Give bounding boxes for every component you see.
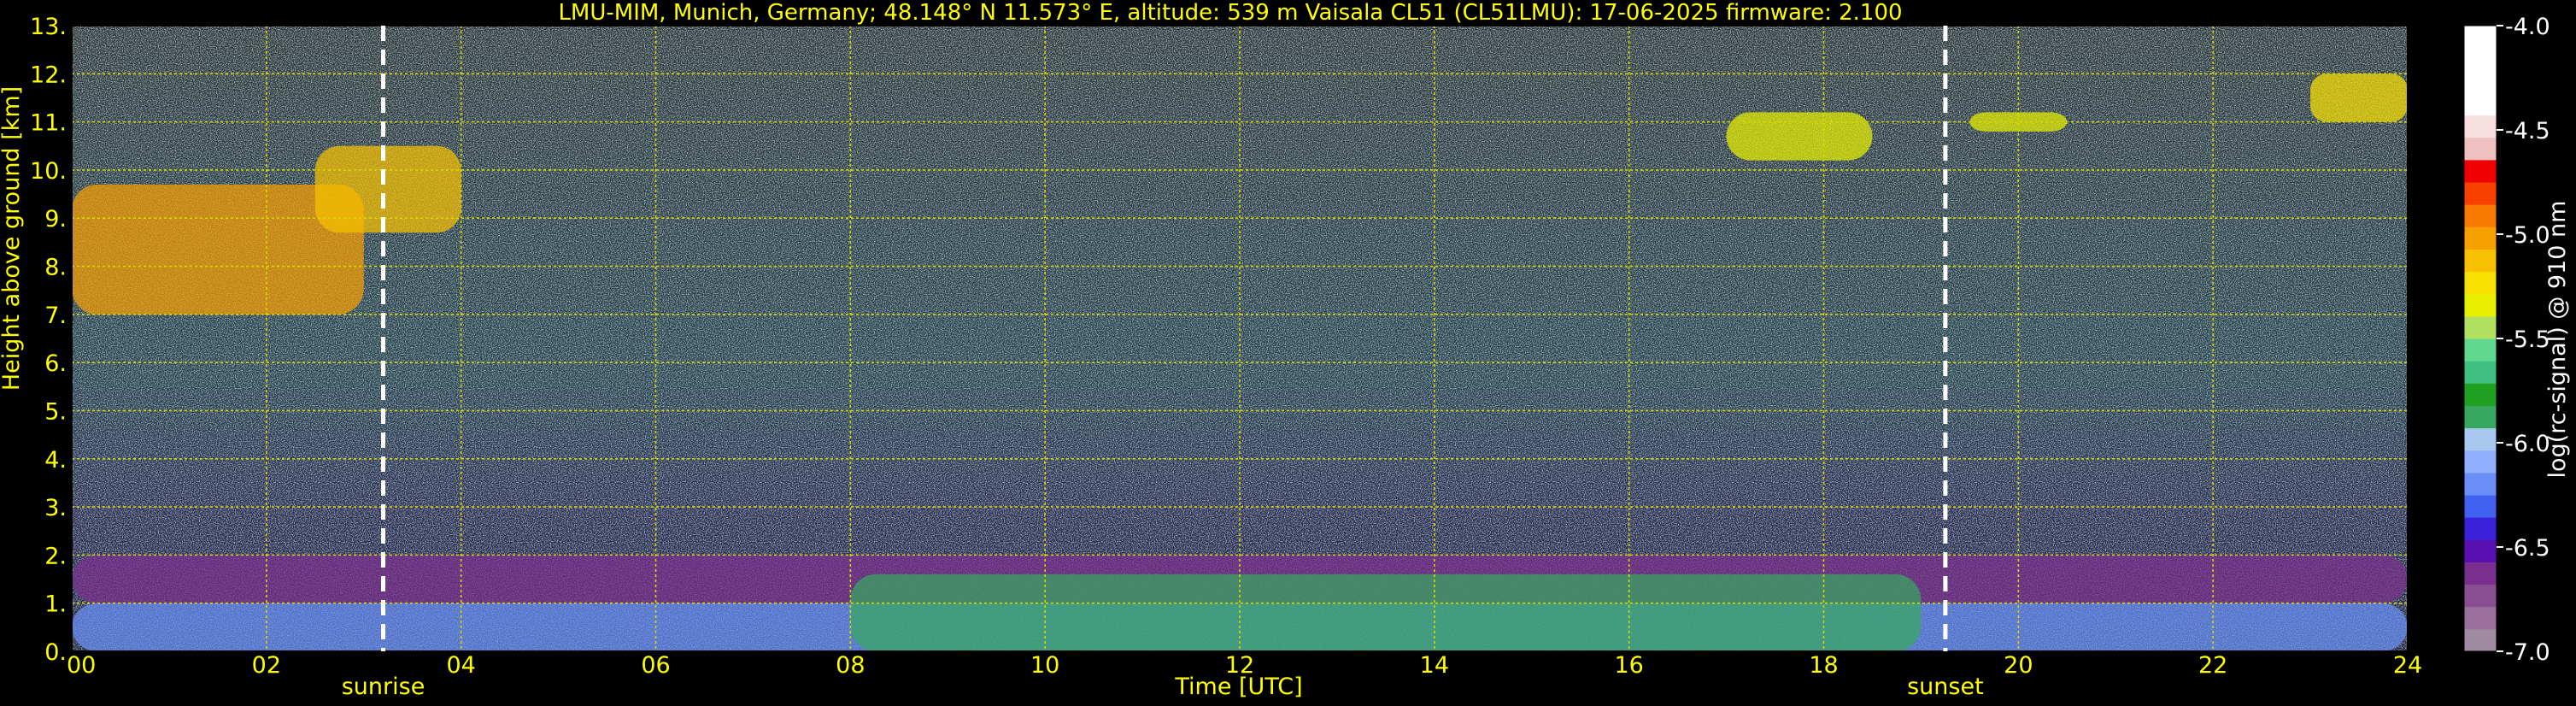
x-tick-label: 14 xyxy=(1420,652,1449,679)
signal-region xyxy=(850,574,1922,651)
x-tick-label: 02 xyxy=(252,652,281,679)
colorbar-segment xyxy=(2464,249,2497,273)
colorbar-segment xyxy=(2464,562,2497,585)
y-tick-label: 10. xyxy=(30,158,67,185)
colorbar-segment xyxy=(2464,495,2497,518)
y-tick-label: 13. xyxy=(30,14,67,40)
colorbar-segment xyxy=(2464,539,2497,562)
y-axis: 0. 1. 2. 3. 4. 5. 6. 7. 8. 9. 10. 11. 12. 13. xyxy=(30,14,67,666)
y-tick-label: 0. xyxy=(44,639,67,666)
signal-region xyxy=(1726,112,1873,161)
colorbar-segment xyxy=(2464,315,2497,339)
y-tick-label: 8. xyxy=(44,255,67,281)
colorbar-segment xyxy=(2464,227,2497,250)
colorbar-segment xyxy=(2464,517,2497,540)
colorbar-segment xyxy=(2464,628,2497,652)
colorbar-tick-label: -7.0 xyxy=(2505,639,2550,666)
colorbar-tick-label: -5.5 xyxy=(2505,327,2550,353)
x-tick-label: 20 xyxy=(2004,652,2033,679)
x-tick-label: 06 xyxy=(641,652,670,679)
y-tick-label: 9. xyxy=(44,206,67,232)
ceilometer-plot: sunrise sunset 00 02 04 06 08 10 12 14 16 18 20 22 24… xyxy=(30,14,2550,700)
colorbar-segment xyxy=(2464,450,2497,474)
colorbar-segment xyxy=(2464,405,2497,429)
colorbar-tick-label: -6.0 xyxy=(2505,431,2550,457)
colorbar-segment xyxy=(2464,70,2497,93)
marker-label: sunrise xyxy=(342,674,425,700)
colorbar-segment xyxy=(2464,182,2497,205)
colorbar-segment xyxy=(2464,204,2497,227)
colorbar-segment xyxy=(2464,48,2497,71)
colorbar-segment xyxy=(2464,115,2497,138)
x-tick-label: 04 xyxy=(446,652,475,679)
x-tick-label: 08 xyxy=(836,652,865,679)
x-tick-label: 10 xyxy=(1030,652,1059,679)
colorbar-segment xyxy=(2464,26,2497,49)
marker-label: sunset xyxy=(1907,674,1984,700)
colorbar-segment xyxy=(2464,159,2497,183)
x-tick-label: 00 xyxy=(67,652,96,679)
colorbar-segment xyxy=(2464,472,2497,496)
colorbar: -7.0 -6.5 -6.0 -5.5 -5.0 -4.5 -4.0 xyxy=(2463,14,2550,666)
y-tick-label: 1. xyxy=(44,591,67,618)
colorbar-segment xyxy=(2464,427,2497,451)
colorbar-tick-label: -4.5 xyxy=(2505,118,2550,144)
y-tick-label: 11. xyxy=(30,110,67,137)
colorbar-tick-label: -5.0 xyxy=(2505,222,2550,249)
colorbar-segment xyxy=(2464,606,2497,630)
x-tick-label: 24 xyxy=(2393,652,2422,679)
x-tick-label: 16 xyxy=(1614,652,1643,679)
colorbar-segment xyxy=(2464,338,2497,362)
signal-region xyxy=(314,145,461,233)
x-tick-label: 22 xyxy=(2198,652,2227,679)
colorbar-segment xyxy=(2464,383,2497,406)
colorbar-tick-label: -6.5 xyxy=(2505,535,2550,562)
x-tick-label: 18 xyxy=(1809,652,1838,679)
y-tick-label: 6. xyxy=(44,350,67,377)
colorbar-segment xyxy=(2464,293,2497,317)
signal-region xyxy=(2310,74,2408,122)
colorbar-tick-label: -4.0 xyxy=(2505,14,2550,40)
colorbar-segment xyxy=(2464,361,2497,384)
colorbar-segment xyxy=(2464,584,2497,608)
y-tick-label: 4. xyxy=(44,447,67,474)
y-tick-label: 12. xyxy=(30,62,67,88)
y-tick-label: 3. xyxy=(44,495,67,521)
colorbar-segment xyxy=(2464,271,2497,295)
y-tick-label: 5. xyxy=(44,398,67,425)
y-tick-label: 2. xyxy=(44,543,67,569)
colorbar-segment xyxy=(2464,137,2497,161)
colorbar-segment xyxy=(2464,92,2497,116)
y-tick-label: 7. xyxy=(44,303,67,329)
x-tick-label: 12 xyxy=(1225,652,1254,679)
